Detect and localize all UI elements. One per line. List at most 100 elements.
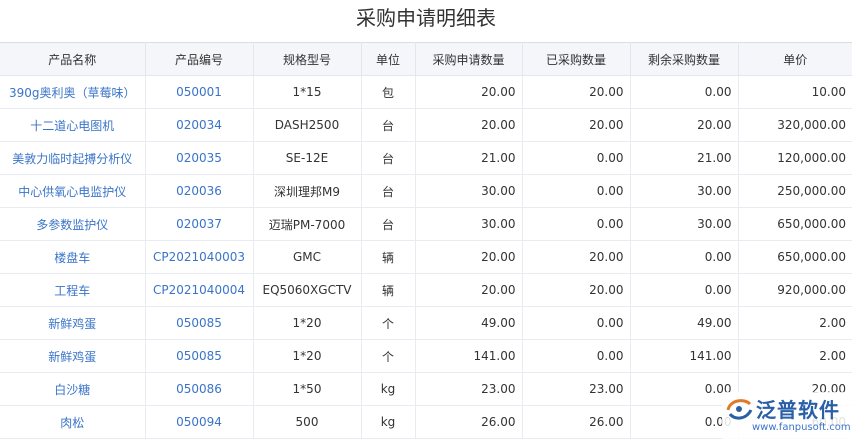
table-row[interactable]: 楼盘车 CP2021040003 GMC 辆 20.00 20.00 0.00 650,000…	[0, 240, 852, 274]
purchased-qty-cell: 0.00	[521, 306, 631, 340]
product-code-link[interactable]: 050085	[144, 306, 254, 340]
table-row[interactable]: 390g奥利奥（草莓味） 050001 1*15 包 20.00 20.00 0.00 10.…	[0, 75, 852, 109]
unit-cell: 台	[360, 174, 416, 208]
fanpu-logo-watermark: 泛普软件 www.fanpusoft.com	[722, 392, 852, 442]
table-row[interactable]: 新鲜鸡蛋 050085 1*20 个 49.00 0.00 49.00 2.00	[0, 306, 852, 340]
product-code-link[interactable]: CP2021040003	[144, 240, 254, 274]
product-name-link[interactable]: 多参数监护仪	[0, 207, 146, 241]
product-code-link[interactable]: 020035	[144, 141, 254, 175]
product-name-link[interactable]: 美敦力临时起搏分析仪	[0, 141, 146, 175]
col-header-spec[interactable]: 规格型号	[252, 42, 362, 76]
unit-price-cell: 920,000.00	[737, 273, 852, 307]
unit-cell: 个	[360, 339, 416, 373]
purchased-qty-cell: 20.00	[521, 108, 631, 142]
product-name-link[interactable]: 工程车	[0, 273, 146, 307]
unit-cell: 辆	[360, 240, 416, 274]
product-name-link[interactable]: 楼盘车	[0, 240, 146, 274]
purchased-qty-cell: 23.00	[521, 372, 631, 406]
table-row[interactable]: 十二道心电图机 020034 DASH2500 台 20.00 20.00 20.00 320…	[0, 108, 852, 142]
remaining-qty-cell: 21.00	[629, 141, 739, 175]
col-header-unit[interactable]: 单位	[360, 42, 416, 76]
spec-cell: DASH2500	[252, 108, 362, 142]
unit-cell: 台	[360, 207, 416, 241]
table-row[interactable]: 工程车 CP2021040004 EQ5060XGCTV 辆 20.00 20.00 0.0…	[0, 273, 852, 307]
unit-price-cell: 650,000.00	[737, 240, 852, 274]
unit-price-cell: 2.00	[737, 306, 852, 340]
remaining-qty-cell: 20.00	[629, 108, 739, 142]
unit-cell: 辆	[360, 273, 416, 307]
table-row[interactable]: 新鲜鸡蛋 050085 1*20 个 141.00 0.00 141.00 2.00	[0, 339, 852, 373]
product-name-link[interactable]: 十二道心电图机	[0, 108, 146, 142]
product-code-link[interactable]: 050086	[144, 372, 254, 406]
spec-cell: 500	[252, 405, 362, 439]
spec-cell: EQ5060XGCTV	[252, 273, 362, 307]
unit-cell: kg	[360, 405, 416, 439]
product-name-link[interactable]: 新鲜鸡蛋	[0, 339, 146, 373]
spec-cell: 1*15	[252, 75, 362, 109]
purchased-qty-cell: 20.00	[521, 75, 631, 109]
unit-cell: 包	[360, 75, 416, 109]
col-header-purchased-qty[interactable]: 已采购数量	[521, 42, 631, 76]
purchased-qty-cell: 20.00	[521, 240, 631, 274]
product-name-link[interactable]: 中心供氧心电监护仪	[0, 174, 146, 208]
unit-cell: 个	[360, 306, 416, 340]
col-header-unit-price[interactable]: 单价	[737, 42, 852, 76]
remaining-qty-cell: 0.00	[629, 75, 739, 109]
request-qty-cell: 20.00	[414, 240, 523, 274]
product-name-link[interactable]: 新鲜鸡蛋	[0, 306, 146, 340]
purchase-request-table: 产品名称 产品编号 规格型号 单位 采购申请数量 已采购数量 剩余采购数量 单价…	[0, 42, 852, 439]
col-header-product-code[interactable]: 产品编号	[144, 42, 254, 76]
remaining-qty-cell: 49.00	[629, 306, 739, 340]
product-code-link[interactable]: CP2021040004	[144, 273, 254, 307]
product-code-link[interactable]: 050001	[144, 75, 254, 109]
product-code-link[interactable]: 020037	[144, 207, 254, 241]
product-name-link[interactable]: 390g奥利奥（草莓味）	[0, 75, 146, 109]
col-header-remaining-qty[interactable]: 剩余采购数量	[629, 42, 739, 76]
watermark-brand: 泛普软件	[756, 398, 840, 422]
request-qty-cell: 26.00	[414, 405, 523, 439]
remaining-qty-cell: 30.00	[629, 207, 739, 241]
purchased-qty-cell: 0.00	[521, 174, 631, 208]
spec-cell: 1*20	[252, 306, 362, 340]
purchased-qty-cell: 20.00	[521, 273, 631, 307]
product-code-link[interactable]: 020034	[144, 108, 254, 142]
request-qty-cell: 20.00	[414, 75, 523, 109]
col-header-request-qty[interactable]: 采购申请数量	[414, 42, 523, 76]
product-name-link[interactable]: 肉松	[0, 405, 146, 439]
col-header-product-name[interactable]: 产品名称	[0, 42, 146, 76]
unit-price-cell: 120,000.00	[737, 141, 852, 175]
spec-cell: 1*50	[252, 372, 362, 406]
spec-cell: GMC	[252, 240, 362, 274]
unit-price-cell: 650,000.00	[737, 207, 852, 241]
table-row[interactable]: 美敦力临时起搏分析仪 020035 SE-12E 台 21.00 0.00 21.00 120…	[0, 141, 852, 175]
request-qty-cell: 30.00	[414, 207, 523, 241]
product-code-link[interactable]: 050094	[144, 405, 254, 439]
purchased-qty-cell: 0.00	[521, 141, 631, 175]
unit-cell: kg	[360, 372, 416, 406]
request-qty-cell: 141.00	[414, 339, 523, 373]
spec-cell: SE-12E	[252, 141, 362, 175]
fanpu-logo-icon	[726, 399, 753, 420]
table-row[interactable]: 中心供氧心电监护仪 020036 深圳理邦M9 台 30.00 0.00 30.00 250,…	[0, 174, 852, 208]
product-name-link[interactable]: 白沙糖	[0, 372, 146, 406]
product-code-link[interactable]: 020036	[144, 174, 254, 208]
request-qty-cell: 23.00	[414, 372, 523, 406]
unit-price-cell: 320,000.00	[737, 108, 852, 142]
remaining-qty-cell: 0.00	[629, 240, 739, 274]
product-code-link[interactable]: 050085	[144, 339, 254, 373]
request-qty-cell: 21.00	[414, 141, 523, 175]
spec-cell: 1*20	[252, 339, 362, 373]
purchased-qty-cell: 0.00	[521, 339, 631, 373]
watermark-url: www.fanpusoft.com	[752, 422, 851, 433]
unit-price-cell: 2.00	[737, 339, 852, 373]
unit-price-cell: 10.00	[737, 75, 852, 109]
table-header-row: 产品名称 产品编号 规格型号 单位 采购申请数量 已采购数量 剩余采购数量 单价	[0, 42, 852, 76]
unit-cell: 台	[360, 108, 416, 142]
remaining-qty-cell: 0.00	[629, 273, 739, 307]
request-qty-cell: 20.00	[414, 273, 523, 307]
table-row[interactable]: 多参数监护仪 020037 迈瑞PM-7000 台 30.00 0.00 30.00 650,…	[0, 207, 852, 241]
page-title: 采购申请明细表	[356, 6, 496, 30]
spec-cell: 深圳理邦M9	[252, 174, 362, 208]
unit-price-cell: 250,000.00	[737, 174, 852, 208]
request-qty-cell: 30.00	[414, 174, 523, 208]
